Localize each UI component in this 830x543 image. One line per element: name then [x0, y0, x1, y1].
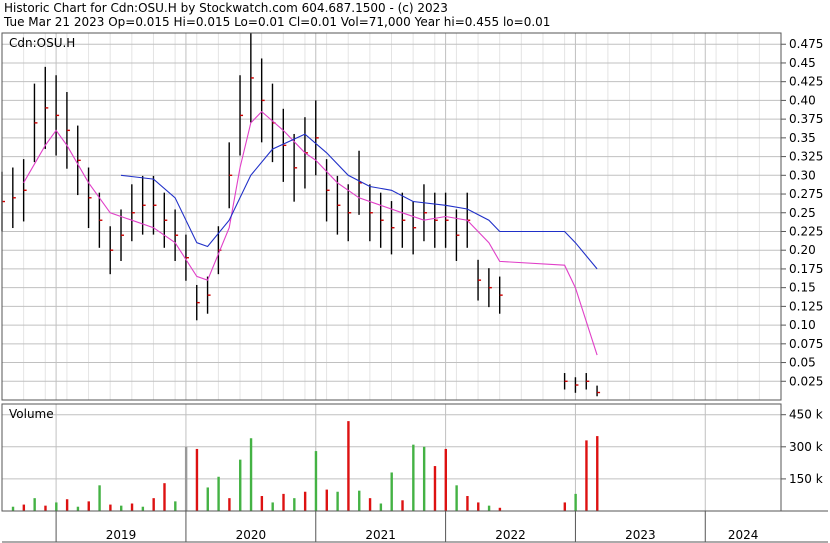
price-tick-label: 0.425	[789, 75, 823, 89]
price-tick-label: 0.475	[789, 37, 823, 51]
volume-bar	[174, 501, 177, 511]
volume-bar	[596, 436, 599, 511]
price-tick-label: 0.125	[789, 299, 823, 313]
year-tick-label: 2021	[365, 528, 396, 542]
volume-bar	[325, 489, 328, 511]
volume-bar	[487, 505, 491, 511]
volume-bar	[120, 505, 123, 511]
volume-bar	[109, 504, 112, 511]
price-tick-label: 0.10	[789, 318, 816, 332]
volume-bar	[477, 502, 480, 511]
price-tick-label: 0.025	[789, 374, 823, 388]
volume-bar	[65, 499, 69, 511]
volume-bar	[422, 446, 426, 511]
volume-bar	[228, 498, 231, 511]
axis-labels: 0.475 0.45 0.425 0.40 0.375 0.35 0.325 0.30 0.27…	[9, 36, 823, 542]
price-panel-label: Cdn:OSU.H	[9, 36, 75, 50]
price-tick-label: 0.35	[789, 131, 816, 145]
volume-bar	[163, 483, 166, 511]
volume-bar	[239, 459, 242, 511]
volume-bar	[33, 498, 36, 511]
volume-bar	[574, 493, 577, 511]
volume-bar	[379, 503, 383, 511]
volume-bar	[412, 444, 415, 511]
year-tick-label: 2019	[106, 528, 137, 542]
volume-tick-label: 450 k	[789, 408, 823, 422]
volume-bar	[98, 485, 101, 511]
volume-bar	[184, 446, 188, 511]
volume-bar	[11, 506, 15, 511]
volume-bar	[466, 496, 469, 511]
chart-canvas: 0.475 0.45 0.425 0.40 0.375 0.35 0.325 0.30 0.27…	[1, 32, 828, 543]
volume-bar	[293, 498, 296, 511]
volume-tick-label: 300 k	[789, 440, 823, 454]
year-tick-label: 2023	[625, 528, 656, 542]
volume-bar	[55, 502, 58, 511]
volume-bar	[195, 448, 199, 511]
volume-bar	[249, 438, 253, 511]
price-tick-label: 0.075	[789, 337, 823, 351]
volume-bar	[433, 466, 437, 511]
grid-lines	[1, 33, 782, 542]
stock-chart: Historic Chart for Cdn:OSU.H by Stockwat…	[0, 0, 830, 543]
volume-bar	[76, 506, 80, 511]
volume-bar	[303, 491, 307, 511]
volume-bar	[130, 503, 134, 511]
volume-bar	[260, 496, 264, 511]
volume-bar	[368, 498, 372, 511]
volume-panel-label: Volume	[9, 407, 54, 421]
price-tick-label: 0.375	[789, 112, 823, 126]
volume-bar	[585, 440, 588, 511]
price-tick-label: 0.20	[789, 243, 816, 257]
volume-bar	[271, 502, 274, 511]
volume-tick-label: 150 k	[789, 472, 823, 486]
price-tick-label: 0.275	[789, 187, 823, 201]
volume-bars	[11, 421, 599, 511]
price-bars	[1, 33, 601, 397]
volume-bar	[206, 487, 209, 511]
price-tick-label: 0.25	[789, 206, 816, 220]
volume-bar	[282, 493, 285, 511]
volume-bar	[152, 498, 155, 511]
volume-bar	[217, 476, 220, 511]
price-tick-label: 0.30	[789, 168, 816, 182]
volume-bar	[87, 501, 90, 511]
volume-bar	[22, 504, 26, 511]
volume-bar	[455, 485, 458, 511]
year-tick-label: 2020	[236, 528, 267, 542]
price-tick-label: 0.325	[789, 150, 823, 164]
volume-bar	[44, 505, 47, 511]
volume-bar	[314, 451, 318, 511]
volume-bar	[347, 421, 350, 511]
price-tick-label: 0.45	[789, 56, 816, 70]
year-tick-label: 2024	[728, 528, 759, 542]
price-tick-label: 0.225	[789, 224, 823, 238]
volume-bar	[358, 490, 361, 511]
volume-bar	[563, 502, 567, 511]
volume-bar	[444, 448, 447, 511]
price-tick-label: 0.40	[789, 93, 816, 107]
price-tick-label: 0.175	[789, 262, 823, 276]
price-tick-label: 0.15	[789, 281, 816, 295]
year-tick-label: 2022	[495, 528, 526, 542]
volume-bar	[336, 491, 339, 511]
volume-bar	[141, 506, 145, 511]
price-tick-label: 0.05	[789, 356, 816, 370]
volume-bar	[401, 500, 404, 511]
volume-bar	[390, 472, 393, 511]
